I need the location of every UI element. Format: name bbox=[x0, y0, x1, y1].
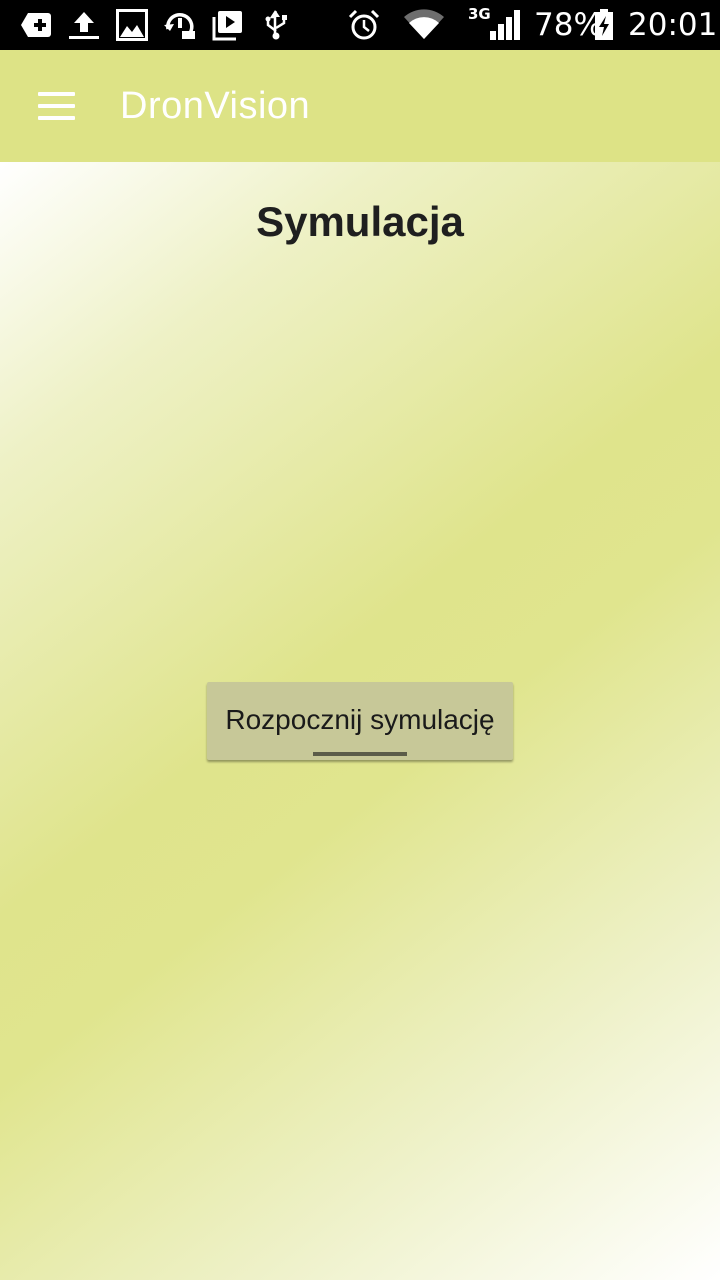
hamburger-menu-icon[interactable] bbox=[24, 78, 88, 134]
clock: 20:01 bbox=[628, 7, 718, 43]
wifi-icon bbox=[404, 9, 444, 39]
alarm-icon bbox=[348, 9, 380, 40]
start-simulation-label: Rozpocznij symulację bbox=[225, 704, 495, 735]
image-icon bbox=[116, 9, 148, 41]
button-focus-indicator bbox=[313, 752, 407, 756]
notification-plus-icon bbox=[21, 13, 51, 37]
battery-percent: 78% bbox=[534, 7, 603, 43]
status-bar: 3G 78% 20:01 bbox=[0, 0, 720, 50]
sync-icon bbox=[164, 13, 195, 39]
main-content: Symulacja Rozpocznij symulację bbox=[0, 162, 720, 1280]
battery-charging-icon bbox=[595, 9, 613, 40]
app-title: DronVision bbox=[120, 85, 311, 127]
page-title: Symulacja bbox=[256, 198, 464, 245]
signal-icon bbox=[490, 10, 520, 40]
app-bar: DronVision bbox=[0, 50, 720, 162]
usb-icon bbox=[265, 10, 287, 40]
upload-icon bbox=[69, 12, 99, 39]
media-icon bbox=[212, 11, 242, 41]
start-simulation-button[interactable]: Rozpocznij symulację bbox=[207, 682, 513, 760]
